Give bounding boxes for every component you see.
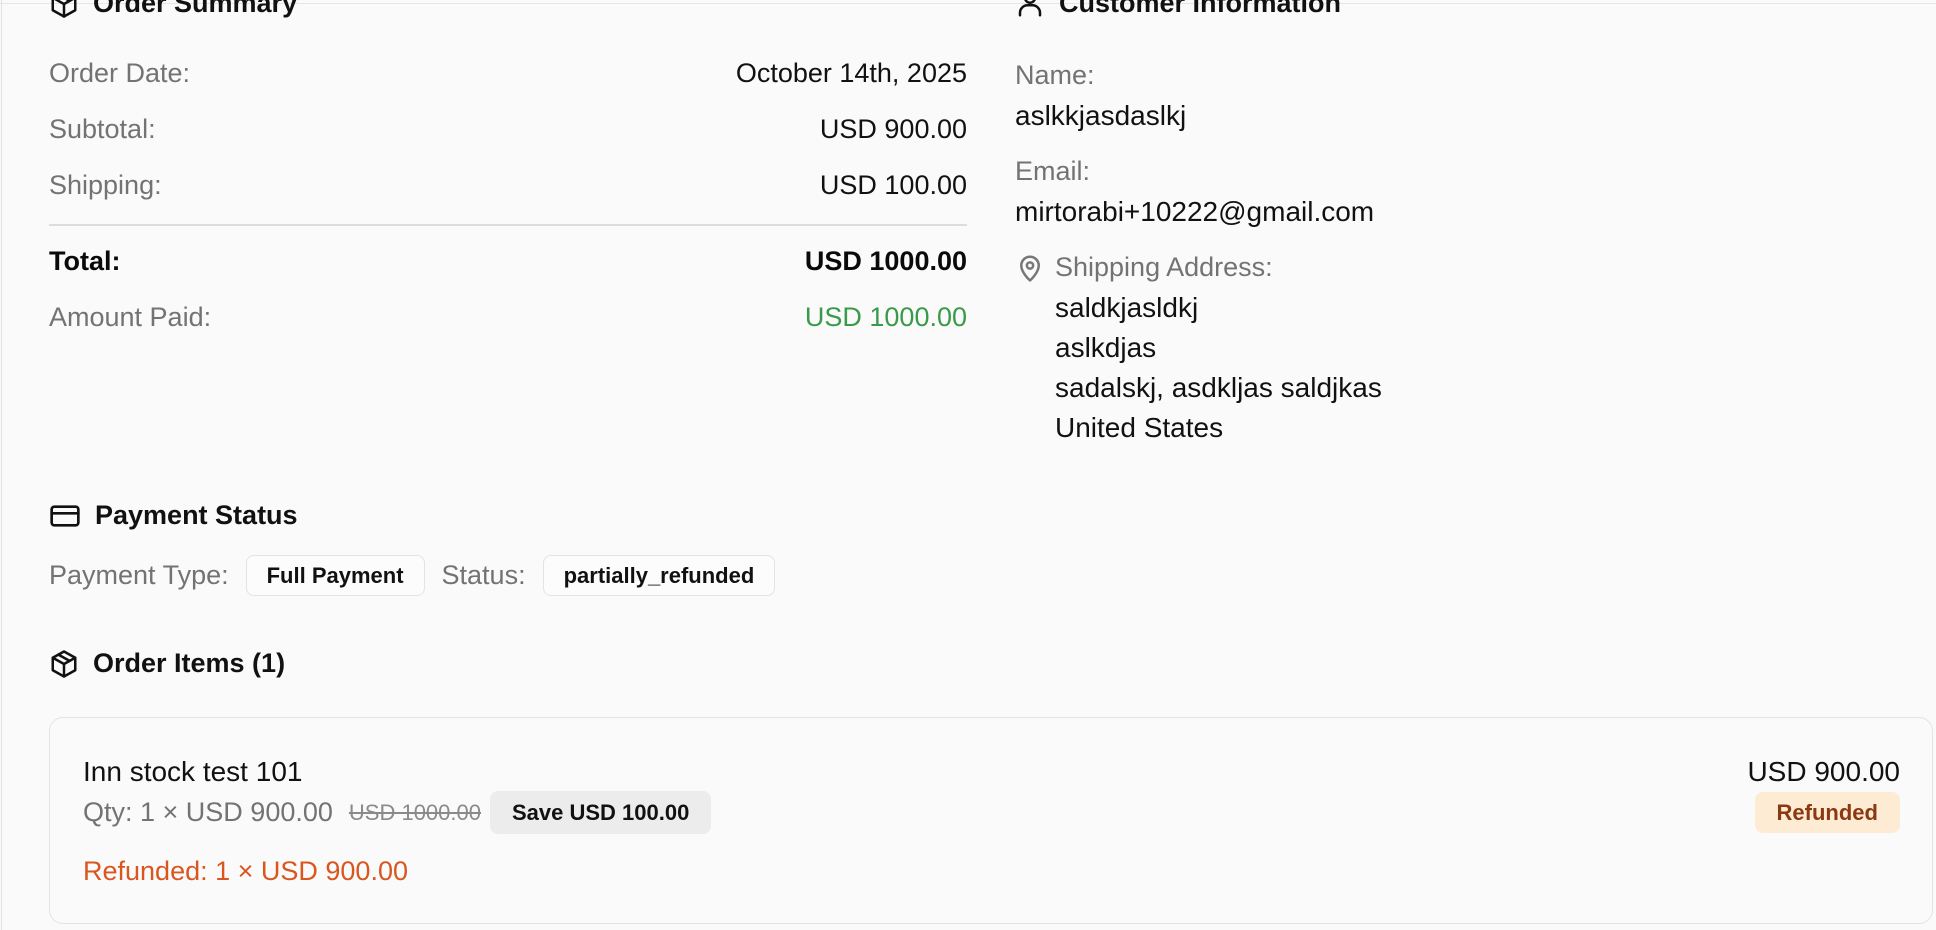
customer-info-heading: Customer Information bbox=[1015, 0, 1341, 19]
subtotal-value: USD 900.00 bbox=[819, 114, 967, 144]
subtotal-row: Subtotal: USD 900.00 bbox=[49, 114, 967, 145]
amount-paid-value: USD 1000.00 bbox=[804, 302, 967, 332]
payment-type-badge: Full Payment bbox=[245, 555, 425, 596]
map-pin-icon bbox=[1020, 255, 1040, 282]
customer-info-title: Customer Information bbox=[1059, 0, 1342, 18]
shipping-value: USD 100.00 bbox=[819, 170, 967, 200]
credit-card-icon bbox=[50, 504, 80, 527]
item-name: Inn stock test 101 bbox=[83, 756, 303, 787]
address-line: aslkdjas bbox=[1055, 332, 1157, 363]
order-date-value: October 14th, 2025 bbox=[735, 58, 967, 88]
user-icon bbox=[1018, 0, 1042, 16]
amount-paid-row: Amount Paid: USD 1000.00 bbox=[49, 302, 967, 333]
shipping-address-heading: Shipping Address: bbox=[1015, 252, 1273, 283]
shipping-label: Shipping: bbox=[49, 170, 162, 200]
order-item-card: Inn stock test 101 USD 900.00 Qty: 1 × U… bbox=[49, 717, 1933, 924]
payment-status-row: Payment Type: Full Payment Status: parti… bbox=[49, 554, 792, 597]
package-icon bbox=[51, 649, 77, 678]
amount-paid-label: Amount Paid: bbox=[49, 302, 212, 332]
order-date-label: Order Date: bbox=[49, 58, 191, 88]
status-label: Status: bbox=[441, 560, 526, 590]
email-value: mirtorabi+10222@gmail.com bbox=[1015, 196, 1375, 227]
shipping-address-label: Shipping Address: bbox=[1055, 252, 1273, 282]
total-label: Total: bbox=[49, 246, 121, 276]
address-line: United States bbox=[1055, 412, 1224, 443]
order-details-page: Order Summary Order Date: October 14th, … bbox=[0, 0, 1936, 930]
total-row: Total: USD 1000.00 bbox=[49, 246, 967, 277]
order-items-heading: Order Items (1) bbox=[49, 648, 285, 679]
name-value: aslkkjasdaslkj bbox=[1015, 100, 1187, 131]
name-label: Name: bbox=[1015, 60, 1095, 90]
refunded-badge: Refunded bbox=[1754, 792, 1900, 833]
address-line: sadalskj, asdkljas saldjkas bbox=[1055, 372, 1382, 403]
order-summary-heading: Order Summary bbox=[49, 0, 297, 19]
order-date-row: Order Date: October 14th, 2025 bbox=[49, 58, 967, 89]
item-meta: Qty: 1 × USD 900.00 USD 1000.00 Save USD… bbox=[83, 791, 712, 834]
order-summary-title: Order Summary bbox=[93, 0, 298, 18]
refund-text: Refunded: 1 × USD 900.00 bbox=[83, 856, 408, 886]
left-border bbox=[1, 0, 2, 930]
summary-divider bbox=[49, 224, 967, 226]
total-value: USD 1000.00 bbox=[804, 246, 967, 276]
package-icon bbox=[51, 0, 77, 18]
payment-status-heading: Payment Status bbox=[49, 500, 298, 531]
subtotal-label: Subtotal: bbox=[49, 114, 156, 144]
item-qty: Qty: 1 × USD 900.00 bbox=[83, 797, 333, 827]
payment-status-title: Payment Status bbox=[95, 500, 298, 530]
save-badge: Save USD 100.00 bbox=[489, 791, 712, 834]
item-line-total: USD 900.00 bbox=[1747, 756, 1900, 787]
address-line: saldkjasldkj bbox=[1055, 292, 1199, 323]
payment-type-label: Payment Type: bbox=[49, 560, 229, 590]
order-items-title: Order Items (1) bbox=[93, 648, 286, 678]
email-label: Email: bbox=[1015, 156, 1091, 186]
shipping-row: Shipping: USD 100.00 bbox=[49, 170, 967, 201]
status-badge: partially_refunded bbox=[542, 555, 776, 596]
item-original-price: USD 1000.00 bbox=[348, 799, 481, 825]
